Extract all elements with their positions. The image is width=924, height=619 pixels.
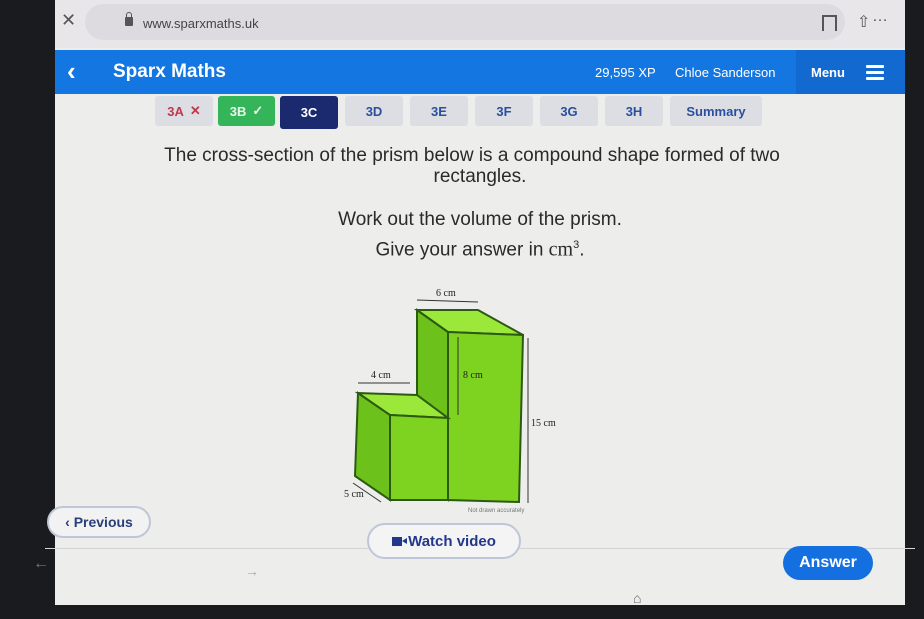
watch-video-button[interactable]: Watch video — [367, 523, 521, 559]
tab-3f[interactable]: 3F — [475, 96, 533, 126]
label-step-width: 4 cm — [371, 370, 391, 381]
label-height: 15 cm — [531, 418, 556, 429]
tab-label: 3A — [167, 103, 184, 119]
share-icon[interactable]: ⇧ — [857, 12, 870, 32]
tab-label: 3H — [625, 103, 643, 119]
more-icon[interactable]: … — [872, 8, 889, 26]
prism-diagram: 6 cm 4 cm 8 cm 15 cm 5 cm — [344, 288, 556, 504]
tab-3e[interactable]: 3E — [410, 96, 468, 126]
tab-label: 3B — [229, 103, 247, 119]
tab-3g[interactable]: 3G — [540, 96, 598, 126]
instruction-text: Give your answer in — [375, 239, 549, 261]
url-text[interactable]: www.sparxmaths.uk — [143, 16, 259, 31]
address-bar[interactable]: www.sparxmaths.uk ⇧ — [85, 4, 870, 40]
tab-summary[interactable]: Summary — [670, 96, 762, 126]
browser-bar: ✕ www.sparxmaths.uk ⇧ … — [55, 0, 905, 48]
check-icon: ✓ — [252, 103, 264, 118]
watch-video-label: Watch video — [408, 532, 496, 550]
video-camera-icon — [392, 536, 408, 546]
label-depth: 5 cm — [344, 489, 364, 500]
cross-icon: ✕ — [189, 103, 201, 118]
app-header: ‹ Sparx Maths 29,595 XP Chloe Sanderson … — [55, 50, 905, 94]
tab-label: 3D — [365, 103, 383, 119]
answer-button[interactable]: Answer — [783, 546, 873, 580]
question-instruction: Give your answer in cm3. — [55, 233, 905, 262]
label-step-drop: 8 cm — [463, 370, 483, 381]
tab-label: 3F — [496, 103, 512, 119]
not-drawn-accurately-note: Not drawn accurately — [468, 508, 525, 514]
hamburger-icon[interactable] — [866, 65, 884, 83]
bookmark-icon[interactable] — [822, 15, 837, 31]
menu-label[interactable]: Menu — [811, 65, 845, 80]
tab-3c[interactable]: 3C — [280, 96, 338, 129]
browser-back-arrow-icon[interactable]: ← — [33, 555, 49, 573]
browser-forward-arrow-icon[interactable]: → — [245, 563, 259, 579]
tab-label: Summary — [686, 103, 746, 119]
back-chevron-icon[interactable]: ‹ — [67, 56, 76, 87]
tab-3a[interactable]: 3A ✕ — [155, 96, 213, 126]
tab-3h[interactable]: 3H — [605, 96, 663, 126]
app-title: Sparx Maths — [113, 61, 226, 82]
xp-count: 29,595 XP — [595, 65, 656, 80]
tab-label: 3C — [300, 105, 318, 120]
tab-label: 3G — [560, 103, 578, 119]
close-tab-icon[interactable]: ✕ — [61, 10, 76, 31]
tall-block-front — [447, 330, 525, 504]
instruction-period: . — [579, 239, 585, 261]
previous-button[interactable]: ‹ Previous — [47, 506, 151, 538]
user-name: Chloe Sanderson — [675, 65, 776, 80]
short-block-front — [389, 413, 449, 501]
label-top-width: 6 cm — [436, 288, 456, 299]
home-icon[interactable]: ⌂ — [633, 590, 641, 606]
question-instruction: Work out the volume of the prism. — [338, 209, 622, 230]
question-line: rectangles. — [433, 166, 527, 187]
tab-3b[interactable]: 3B ✓ — [218, 96, 275, 126]
lock-icon — [125, 12, 133, 26]
tablet-screen: ✕ www.sparxmaths.uk ⇧ … ‹ Sparx Maths 29… — [33, 0, 915, 606]
tab-label: 3E — [431, 103, 447, 119]
unit-text: cm — [548, 238, 574, 261]
dimension-arrow-top — [416, 299, 479, 303]
tab-3d[interactable]: 3D — [345, 96, 403, 126]
